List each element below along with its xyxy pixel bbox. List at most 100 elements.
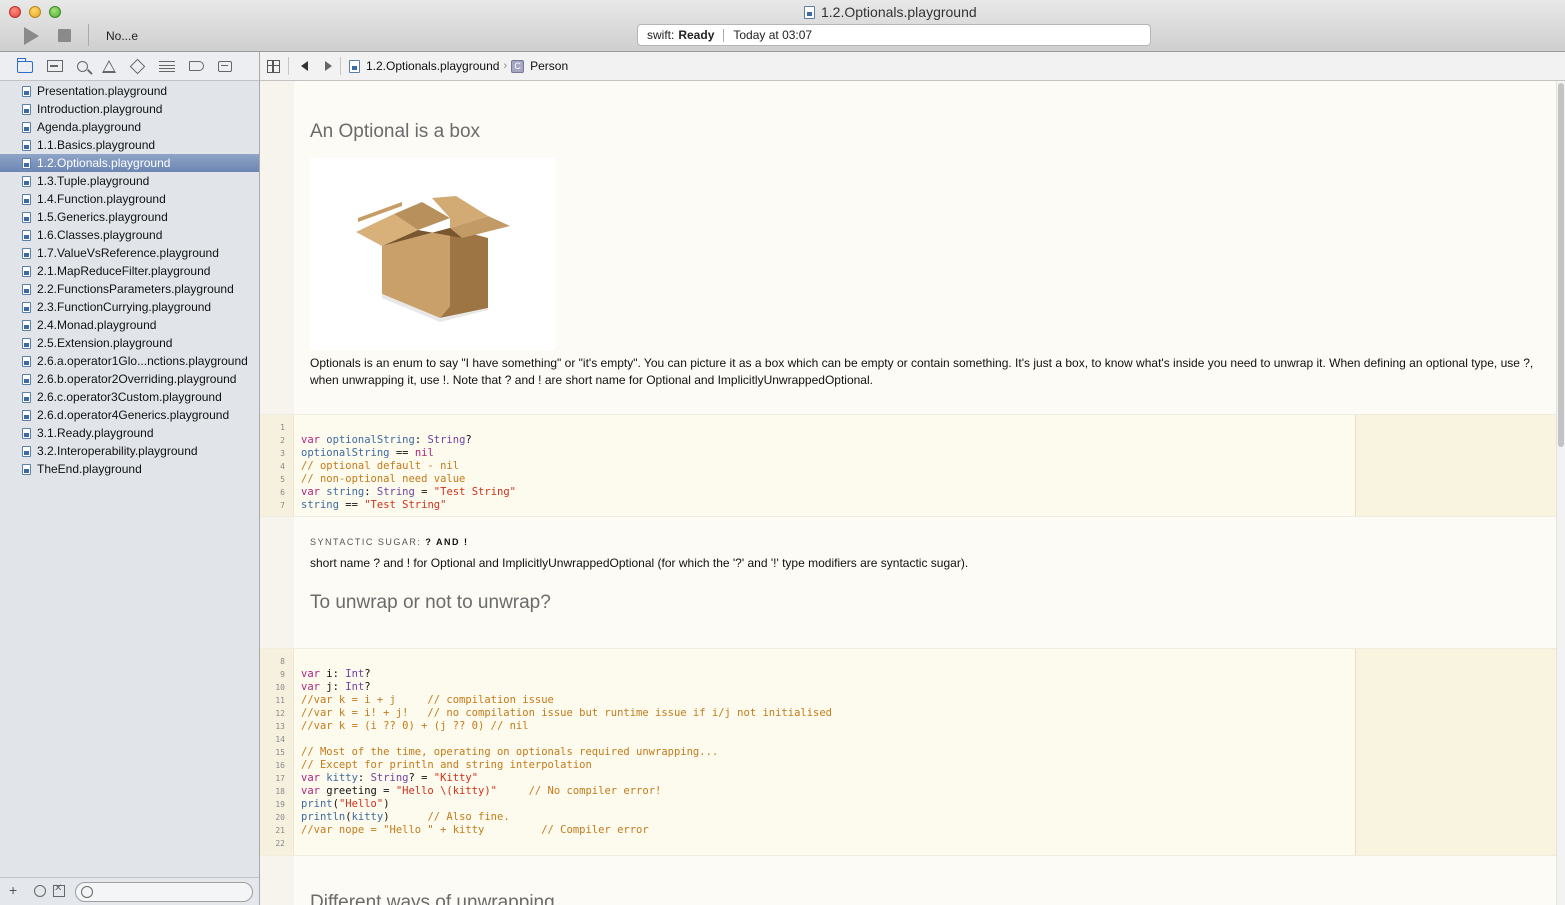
code-lines[interactable]: var i: Int? var j: Int?//var k = i + j //… [301,655,832,850]
code-line[interactable]: //var k = i! + j! // no compilation issu… [301,707,832,720]
close-window-button[interactable] [9,6,21,18]
file-list-item[interactable]: Agenda.playground [0,118,259,136]
playground-file-icon [22,445,31,457]
file-list-item[interactable]: 1.5.Generics.playground [0,208,259,226]
file-list-item[interactable]: 1.7.ValueVsReference.playground [0,244,259,262]
scheme-selector[interactable]: No...e [106,29,138,43]
playground-editor[interactable]: An Optional is a box Optionals is an enu… [260,81,1565,905]
code-line[interactable]: string == "Test String" [301,499,516,512]
line-number: 3 [280,449,285,458]
status-time: Today at 03:07 [733,28,813,42]
file-list-item[interactable]: 3.1.Ready.playground [0,424,259,442]
back-arrow-icon[interactable] [301,61,308,71]
code-line[interactable]: var greeting = "Hello \(kitty)" // No co… [301,785,832,798]
file-list-item-label: 2.4.Monad.playground [37,318,157,332]
add-file-button[interactable]: + [9,882,17,898]
playground-file-icon [22,391,31,403]
code-line[interactable]: println(kitty) // Also fine. [301,811,832,824]
file-list-item[interactable]: Introduction.playground [0,100,259,118]
code-block-2[interactable]: 8 9 10 11 12 13 14 15 16 17 18 19 20 21 22 var i: Int?… [260,648,1556,856]
zoom-window-button[interactable] [49,6,61,18]
file-list-item[interactable]: 2.3.FunctionCurrying.playground [0,298,259,316]
code-line[interactable]: // Except for println and string interpo… [301,759,832,772]
forward-arrow-icon[interactable] [325,61,332,71]
jump-bar: 1.2.Optionals.playground › C Person [260,52,1565,81]
file-list-item[interactable]: 1.3.Tuple.playground [0,172,259,190]
file-list-item-label: 1.4.Function.playground [37,192,166,206]
file-list-item[interactable]: 2.1.MapReduceFilter.playground [0,262,259,280]
playground-file-icon [22,121,31,133]
minimize-window-button[interactable] [29,6,41,18]
file-list-item[interactable]: 2.6.a.operator1Glo...nctions.playground [0,352,259,370]
code-line[interactable] [301,421,516,434]
breakpoint-icon[interactable] [189,61,204,71]
line-number: 11 [275,696,285,705]
code-line[interactable]: //var k = i + j // compilation issue [301,694,832,707]
code-line[interactable] [301,837,832,850]
file-list-item[interactable]: Presentation.playground [0,82,259,100]
code-line[interactable]: // Most of the time, operating on option… [301,746,832,759]
line-number: 20 [275,813,285,822]
file-list-item-label: 2.6.b.operator2Overriding.playground [37,372,237,386]
doc-paragraph-short-name: short name ? and ! for Optional and Impl… [310,556,969,570]
folder-icon[interactable] [17,58,33,73]
subheading-prefix: SYNTACTIC SUGAR: [310,537,422,547]
file-list-item[interactable]: 2.6.d.operator4Generics.playground [0,406,259,424]
code-line[interactable]: //var nope = "Hello " + kitty // Compile… [301,824,832,837]
code-line[interactable]: var kitty: String? = "Kitty" [301,772,832,785]
file-list-item[interactable]: 2.6.c.operator3Custom.playground [0,388,259,406]
related-items-grid-icon[interactable] [267,59,280,73]
test-diamond-icon[interactable] [129,58,146,74]
code-line[interactable]: var j: Int? [301,681,832,694]
playground-file-icon [22,103,31,115]
file-list-item[interactable]: 1.4.Function.playground [0,190,259,208]
playground-file-icon [22,301,31,313]
playground-file-icon [22,265,31,277]
code-line[interactable]: optionalString == nil [301,447,516,460]
filter-field[interactable] [75,882,253,902]
file-list-item[interactable]: 2.5.Extension.playground [0,334,259,352]
file-list-item[interactable]: 2.4.Monad.playground [0,316,259,334]
log-message-icon[interactable] [218,60,232,72]
file-list-item[interactable]: 2.2.FunctionsParameters.playground [0,280,259,298]
code-line[interactable]: //var k = (i ?? 0) + (j ?? 0) // nil [301,720,832,733]
code-line[interactable] [301,655,832,668]
file-list-item-label: Presentation.playground [37,84,168,98]
recent-files-clock-icon[interactable] [34,885,46,897]
code-block-1[interactable]: 1 2 3 4 5 6 7 var optionalString: String? optio… [260,414,1556,517]
playground-file-icon [22,373,31,385]
file-list-item[interactable]: 1.1.Basics.playground [0,136,259,154]
code-line[interactable]: var string: String = "Test String" [301,486,516,499]
stop-button[interactable] [58,29,71,42]
warning-icon[interactable] [102,59,116,73]
file-list-item-label: Introduction.playground [37,102,163,116]
code-line[interactable]: var i: Int? [301,668,832,681]
file-list-item-label: 2.5.Extension.playground [37,336,173,350]
search-icon[interactable] [77,60,88,72]
run-button[interactable] [24,27,39,45]
scrollbar-thumb[interactable] [1558,83,1564,447]
vertical-scrollbar[interactable] [1556,81,1565,905]
toolbar-divider [88,24,89,46]
symbol-navigator-icon[interactable] [47,60,63,72]
playground-file-icon [22,463,31,475]
line-number: 17 [275,774,285,783]
file-list-item[interactable]: 1.6.Classes.playground [0,226,259,244]
code-line[interactable]: // optional default - nil [301,460,516,473]
file-list-item[interactable]: 1.2.Optionals.playground [0,154,259,172]
code-line[interactable]: // non-optional need value [301,473,516,486]
code-line[interactable]: var optionalString: String? [301,434,516,447]
breadcrumb-file[interactable]: 1.2.Optionals.playground [349,59,499,73]
code-line[interactable] [301,733,832,746]
debug-list-icon[interactable] [159,60,175,72]
doc-subheading-syntactic-sugar: SYNTACTIC SUGAR: ? AND ! [310,537,469,547]
file-list-item[interactable]: TheEnd.playground [0,460,259,478]
code-line[interactable]: print("Hello") [301,798,832,811]
file-list-item[interactable]: 2.6.b.operator2Overriding.playground [0,370,259,388]
file-list-item[interactable]: 3.2.Interoperability.playground [0,442,259,460]
source-control-filter-icon[interactable] [53,883,65,897]
code-lines[interactable]: var optionalString: String? optionalStrin… [301,421,516,512]
playground-file-icon [22,139,31,151]
breadcrumb-symbol[interactable]: C Person [511,59,568,73]
doc-paragraph-optionals: Optionals is an enum to say "I have some… [310,356,1534,387]
